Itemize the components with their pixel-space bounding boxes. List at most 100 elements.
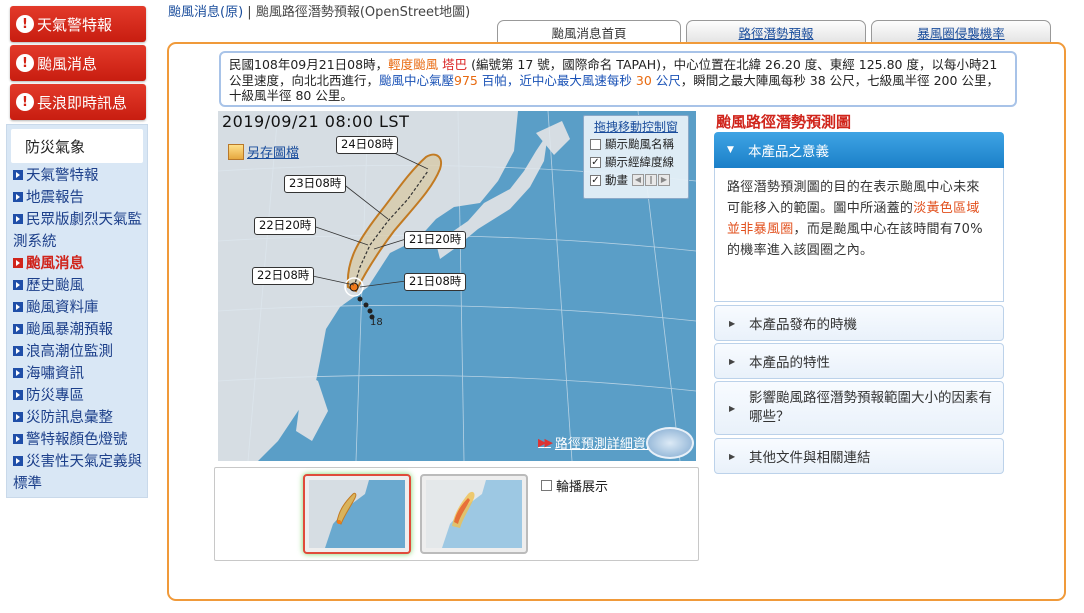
track-detail-link[interactable]: ▶▶ 路徑預測詳細資訊 <box>538 433 659 452</box>
accordion-characteristics[interactable]: ▶ 本產品的特性 <box>714 343 1004 379</box>
exclamation-icon: ! <box>16 54 34 72</box>
sidebar-item-tsunami[interactable]: 海嘯資訊 <box>13 363 143 385</box>
map-land-philippines <box>296 371 328 441</box>
sidebar-item-weather-definition[interactable]: 災害性天氣定義與標準 <box>13 451 143 495</box>
breadcrumb-link[interactable]: 颱風消息(原) <box>168 5 243 20</box>
info-wind-label: 百帕，近中心最大風速每秒 <box>481 72 632 88</box>
alert-swell-button[interactable]: ! 長浪即時訊息 <box>10 84 146 120</box>
info-wind-unit: 公尺 <box>655 72 681 88</box>
thumbnail-probability-map[interactable] <box>420 474 528 554</box>
sidebar-item-label: 海嘯資訊 <box>26 366 84 382</box>
sidebar-panel: 防災氣象 天氣警特報 地震報告 民眾版劇烈天氣監測系統 颱風消息 歷史颱風 颱風… <box>6 124 148 498</box>
triangle-right-icon: ▶ <box>729 403 736 413</box>
tab-track-forecast[interactable]: 路徑潛勢預報 <box>686 20 866 44</box>
past-track-label: 18 <box>370 317 383 328</box>
arrow-bullet-icon <box>13 258 23 268</box>
tab-wind-probability[interactable]: 暴風圈侵襲機率 <box>871 20 1051 44</box>
accordion-meaning-header[interactable]: ▼ 本產品之意義 <box>714 132 1004 168</box>
accordion-label: 其他文件與相關連結 <box>749 450 871 466</box>
forecast-label-21-20: 21日20時 <box>404 231 467 249</box>
breadcrumb-separator: | <box>247 5 252 20</box>
thumbnail-strip: 輪播展示 <box>214 467 699 561</box>
alert-typhoon-button[interactable]: ! 颱風消息 <box>10 45 146 81</box>
pause-icon[interactable]: ‖ <box>645 174 657 186</box>
alert-label: 長浪即時訊息 <box>37 93 128 112</box>
tab-label: 暴風圈侵襲機率 <box>917 26 1005 41</box>
arrow-bullet-icon <box>13 368 23 378</box>
typhoon-name: 塔巴 <box>442 57 468 72</box>
triangle-right-icon: ▶ <box>729 318 736 328</box>
forecast-label-22-08: 22日08時 <box>252 267 315 285</box>
play-icon[interactable]: ▶ <box>658 174 670 186</box>
info-pressure-value: 975 <box>454 72 478 88</box>
triangle-down-icon: ▼ <box>727 145 734 155</box>
checkbox-checked-icon[interactable]: ✓ <box>590 174 601 186</box>
accordion-related-links[interactable]: ▶ 其他文件與相關連結 <box>714 438 1004 474</box>
arrow-bullet-icon <box>13 170 23 180</box>
accordion-factors[interactable]: ▶ 影響颱風路徑潛勢預報範圍大小的因素有哪些？ <box>714 381 1004 435</box>
triangle-right-icon: ▶ <box>729 356 736 366</box>
accordion-label: 本產品的特性 <box>749 355 830 371</box>
breadcrumb-current: 颱風路徑潛勢預報(OpenStreet地圖) <box>255 5 471 20</box>
arrow-bullet-icon <box>13 324 23 334</box>
forecast-label-22-20: 22日20時 <box>254 217 317 235</box>
sidebar-item-disaster-info[interactable]: 災防訊息彙整 <box>13 407 143 429</box>
typhoon-track-map[interactable]: 2019/09/21 08:00 LST 另存圖檔 24日08時 23日08時 … <box>218 111 696 461</box>
sidebar-item-label: 颱風資料庫 <box>26 300 99 316</box>
accordion-label: 本產品發布的時機 <box>749 317 857 333</box>
sidebar-item-severe-weather[interactable]: 民眾版劇烈天氣監測系統 <box>13 209 143 253</box>
sidebar-item-label: 警特報顏色燈號 <box>26 432 128 448</box>
thumbnail-image <box>309 480 405 548</box>
sidebar-item-earthquake[interactable]: 地震報告 <box>13 187 143 209</box>
sidebar-item-history-typhoon[interactable]: 歷史颱風 <box>13 275 143 297</box>
rewind-icon[interactable]: ◀ <box>632 174 644 186</box>
sidebar-item-typhoon[interactable]: 颱風消息 <box>13 253 143 275</box>
animation-controls[interactable]: ◀ ‖ ▶ <box>632 174 671 186</box>
map-control-window[interactable]: 拖拽移動控制窗 顯示颱風名稱 ✓ 顯示經緯度線 ✓ 動畫 ◀ ‖ ▶ <box>583 115 689 199</box>
sidebar-item-label: 地震報告 <box>26 190 84 206</box>
thumbnail-track-map[interactable] <box>303 474 411 554</box>
accordion-meaning-body: 路徑潛勢預測圖的目的在表示颱風中心未來可能移入的範圍。圖中所涵蓋的淡黃色區域並非… <box>714 168 1004 302</box>
checkbox-unchecked-icon[interactable] <box>590 138 601 150</box>
control-window-title[interactable]: 拖拽移動控制窗 <box>584 116 688 135</box>
tab-typhoon-home[interactable]: 颱風消息首頁 <box>497 20 681 44</box>
info-pressure-label: 颱風中心氣壓 <box>379 72 455 88</box>
arrow-bullet-icon <box>13 192 23 202</box>
sidebar-item-warning-colors[interactable]: 警特報顏色燈號 <box>13 429 143 451</box>
rotate-display-option[interactable]: 輪播展示 <box>541 476 608 495</box>
option-label: 顯示颱風名稱 <box>605 137 674 151</box>
accordion-label: 影響颱風路徑潛勢預報範圍大小的因素有哪些？ <box>749 390 992 425</box>
typhoon-intensity: 輕度颱風 <box>388 57 439 72</box>
accordion-release-timing[interactable]: ▶ 本產品發布的時機 <box>714 305 1004 341</box>
option-animation[interactable]: ✓ 動畫 ◀ ‖ ▶ <box>584 171 688 189</box>
alert-label: 天氣警特報 <box>37 15 113 34</box>
arrow-bullet-icon <box>13 346 23 356</box>
sidebar-item-disaster-zone[interactable]: 防災專區 <box>13 385 143 407</box>
arrow-bullet-icon <box>13 434 23 444</box>
past-track-point <box>357 296 363 302</box>
map-timestamp: 2019/09/21 08:00 LST <box>222 112 410 131</box>
sidebar-item-storm-surge[interactable]: 颱風暴潮預報 <box>13 319 143 341</box>
sidebar-item-wave-tide[interactable]: 浪高潮位監測 <box>13 341 143 363</box>
thumbnail-image <box>426 480 522 548</box>
arrow-bullet-icon <box>13 214 23 224</box>
save-map-label: 另存圖檔 <box>247 146 300 161</box>
forecast-label-21-08: 21日08時 <box>404 273 467 291</box>
sidebar-item-label: 民眾版劇烈天氣監測系統 <box>13 212 142 250</box>
option-show-name[interactable]: 顯示颱風名稱 <box>584 135 688 153</box>
alert-weather-warning-button[interactable]: ! 天氣警特報 <box>10 6 146 42</box>
rotate-label: 輪播展示 <box>556 480 609 495</box>
arrow-bullet-icon <box>13 412 23 422</box>
sidebar-item-label: 天氣警特報 <box>26 168 99 184</box>
track-detail-label: 路徑預測詳細資訊 <box>554 437 659 452</box>
checkbox-unchecked-icon[interactable] <box>541 480 552 491</box>
sidebar-section-title: 防災氣象 <box>11 129 143 163</box>
typhoon-info-box: 民國108年09月21日08時，輕度颱風 塔巴 (編號第 17 號，國際命名 T… <box>219 51 1017 107</box>
option-show-graticule[interactable]: ✓ 顯示經緯度線 <box>584 153 688 171</box>
sidebar-item-weather-warning[interactable]: 天氣警特報 <box>13 165 143 187</box>
save-map-button[interactable]: 另存圖檔 <box>228 142 299 161</box>
sidebar-item-typhoon-db[interactable]: 颱風資料庫 <box>13 297 143 319</box>
past-track-point <box>363 302 369 308</box>
checkbox-checked-icon[interactable]: ✓ <box>590 156 601 168</box>
info-text: 民國108年09月21日08時， <box>229 57 389 72</box>
